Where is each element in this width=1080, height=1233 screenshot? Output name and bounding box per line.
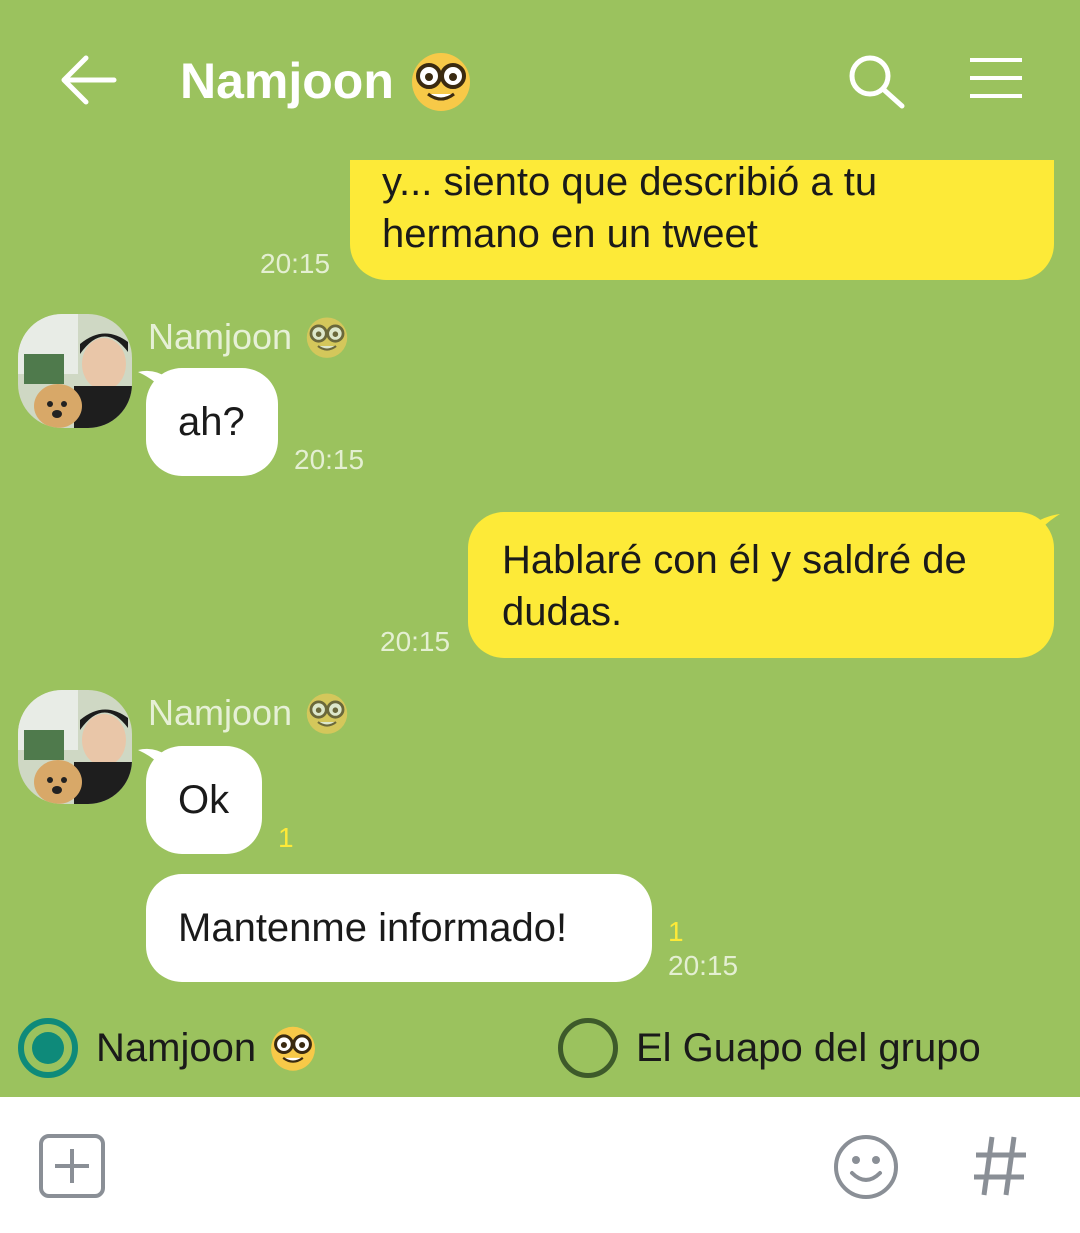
- unread-count: 1: [668, 916, 684, 947]
- plus-icon[interactable]: [38, 1133, 106, 1199]
- my-message-bubble[interactable]: y... siento que describió a tu hermano e…: [350, 160, 1054, 280]
- contact-avatar[interactable]: [18, 314, 132, 428]
- their-message-bubble[interactable]: Ok: [146, 746, 262, 854]
- speaker-selector: Namjoon El Guapo del grupo: [0, 1016, 1080, 1086]
- contact-avatar[interactable]: [18, 690, 132, 804]
- speaker-option-text: Namjoon: [96, 1025, 257, 1070]
- message-text: Ok: [178, 778, 230, 822]
- avatar-photo: [18, 314, 132, 428]
- sender-name: Namjoon: [148, 690, 350, 736]
- nerd-face-emoji-icon: [306, 693, 348, 734]
- speaker-option-guapo[interactable]: El Guapo del grupo: [558, 1018, 981, 1078]
- input-bar: [0, 1097, 1080, 1233]
- speaker-option-label: El Guapo del grupo: [636, 1025, 981, 1070]
- sender-name-text: Namjoon: [148, 316, 293, 357]
- sender-name-text: Namjoon: [148, 692, 293, 733]
- emoji-icon[interactable]: [832, 1133, 900, 1201]
- message-text: Mantenme informado!: [178, 906, 568, 950]
- message-text-line: Hablaré con él y saldré de: [502, 538, 967, 582]
- speaker-option-namjoon[interactable]: Namjoon: [18, 1018, 318, 1078]
- chat-title: Namjoon: [180, 53, 394, 109]
- nerd-face-emoji-icon: [271, 1026, 316, 1071]
- their-message-bubble[interactable]: ah?: [146, 368, 278, 476]
- radio-unselected-icon[interactable]: [558, 1018, 618, 1078]
- message-timestamp: 20:15: [380, 626, 451, 657]
- their-message-bubble[interactable]: Mantenme informado!: [146, 874, 652, 982]
- message-timestamp: 20:15: [260, 248, 331, 279]
- menu-icon[interactable]: [968, 56, 1024, 100]
- message-text-line: hermano en un tweet: [382, 212, 758, 256]
- message-text-line: dudas.: [502, 590, 623, 634]
- chat-header: Namjoon: [0, 0, 1080, 160]
- my-message-bubble[interactable]: Hablaré con él y saldré de dudas.: [468, 512, 1054, 658]
- avatar-photo: [18, 690, 132, 804]
- search-icon[interactable]: [846, 52, 908, 110]
- message-text: ah?: [178, 400, 245, 444]
- sender-name: Namjoon: [148, 314, 350, 360]
- message-timestamp: 20:15: [294, 444, 365, 475]
- speaker-option-label: Namjoon: [96, 1023, 318, 1073]
- message-timestamp: 20:15: [668, 950, 739, 981]
- message-text-line: y... siento que describió a tu: [382, 160, 878, 204]
- unread-count: 1: [278, 822, 294, 853]
- hashtag-icon[interactable]: [970, 1131, 1030, 1201]
- nerd-face-emoji-icon: [411, 53, 470, 111]
- back-arrow-icon[interactable]: [58, 52, 118, 108]
- chat-title-wrap: Namjoon: [180, 48, 474, 114]
- nerd-face-emoji-icon: [306, 317, 348, 358]
- radio-selected-icon[interactable]: [18, 1018, 78, 1078]
